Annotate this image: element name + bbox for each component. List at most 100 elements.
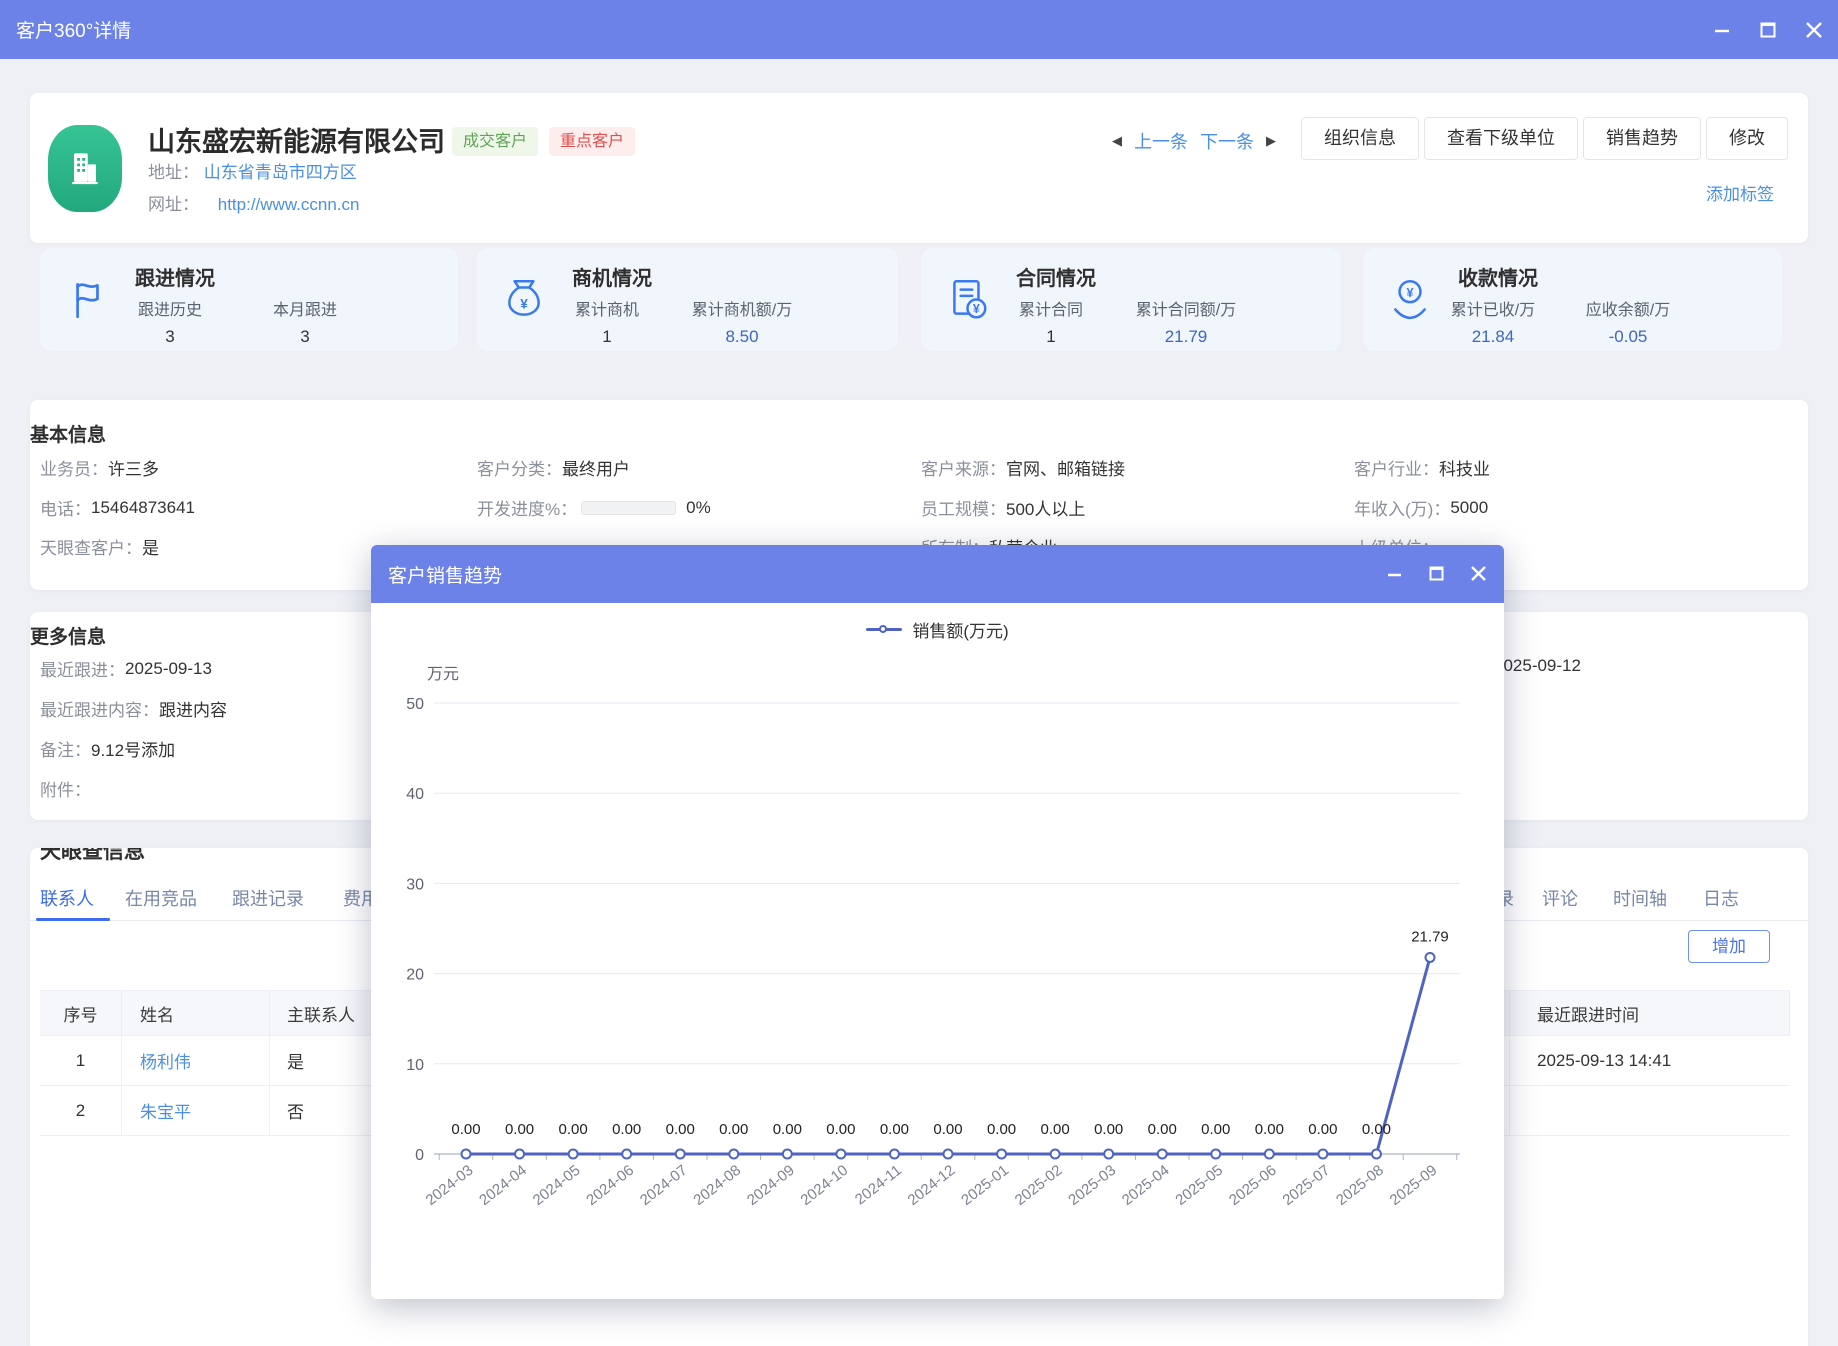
y-axis-name: 万元: [427, 666, 459, 683]
svg-text:¥: ¥: [1407, 286, 1414, 300]
progress-bar: [581, 501, 676, 515]
x-tick-label: 2024-12: [905, 1162, 959, 1209]
point-label: 0.00: [505, 1121, 534, 1138]
website-link[interactable]: http://www.ccnn.cn: [218, 195, 360, 214]
x-tick-label: 2025-01: [958, 1162, 1012, 1209]
collection-stat-card: ¥ 收款情况 累计已收/万 21.84 应收余额/万 -0.05: [1363, 248, 1782, 351]
source-value: 官网、邮箱链接: [1006, 455, 1125, 480]
modal-maximize-icon[interactable]: [1426, 563, 1448, 585]
opportunity-stat-card: ¥ 商机情况 累计商机 1 累计商机额/万 8.50: [477, 248, 898, 351]
chart-point: [1211, 1150, 1220, 1159]
last-follow-label: 最近跟进：: [40, 656, 125, 681]
point-label: 0.00: [719, 1121, 748, 1138]
modal-close-icon[interactable]: [1468, 563, 1490, 585]
active-tab-indicator: [36, 918, 110, 921]
source-label: 客户来源：: [921, 455, 1006, 480]
x-tick-label: 2025-09: [1387, 1162, 1441, 1209]
next-arrow-icon[interactable]: ▶: [1266, 133, 1276, 149]
category-value: 最终用户: [562, 455, 630, 480]
income-value: 5000: [1450, 498, 1488, 518]
prev-record-link[interactable]: 上一条: [1134, 128, 1188, 154]
tab-follow-records[interactable]: 跟进记录: [232, 885, 304, 911]
sales-trend-button[interactable]: 销售趋势: [1583, 117, 1701, 160]
tab-contacts[interactable]: 联系人: [40, 885, 94, 911]
chart-point: [462, 1150, 471, 1159]
add-contact-button[interactable]: 增加: [1688, 930, 1770, 963]
point-label: 0.00: [559, 1121, 588, 1138]
chart-point: [997, 1150, 1006, 1159]
point-label: 0.00: [1362, 1121, 1391, 1138]
svg-text:¥: ¥: [520, 296, 528, 311]
progress-value: 0%: [686, 498, 711, 518]
chart-point: [622, 1150, 631, 1159]
phone-label: 电话：: [40, 495, 91, 520]
chart-point: [1265, 1150, 1274, 1159]
website-label: 网址：: [148, 195, 199, 214]
stat-metric: 跟进历史 3: [95, 296, 245, 347]
phone-value: 15464873641: [91, 498, 195, 518]
tianyancha-section-heading: 天眼查信息: [40, 848, 280, 863]
last-follow-value: 2025-09-13: [125, 659, 212, 679]
chart-legend[interactable]: 销售额(万元): [371, 617, 1504, 642]
chart-point: [1158, 1150, 1167, 1159]
more-info-title: 更多信息: [30, 622, 106, 649]
x-tick-label: 2025-02: [1012, 1162, 1066, 1209]
point-label: 0.00: [773, 1121, 802, 1138]
chart-point: [890, 1150, 899, 1159]
y-tick-label: 30: [406, 876, 424, 893]
close-icon[interactable]: [1802, 18, 1826, 42]
tab-timeline[interactable]: 时间轴: [1613, 885, 1667, 911]
contact-name-link[interactable]: 朱宝平: [140, 1098, 191, 1123]
sales-trend-chart: 万元010203040502024-030.002024-040.002024-…: [371, 649, 1504, 1289]
minimize-icon[interactable]: [1710, 18, 1734, 42]
header-index: 序号: [40, 991, 122, 1035]
y-tick-label: 10: [406, 1057, 424, 1074]
x-tick-label: 2024-05: [530, 1162, 584, 1209]
point-label: 0.00: [1148, 1121, 1177, 1138]
y-tick-label: 20: [406, 967, 424, 984]
next-record-link[interactable]: 下一条: [1200, 128, 1254, 154]
stat-metric: 本月跟进 3: [230, 296, 380, 347]
contact-name-link[interactable]: 杨利伟: [140, 1048, 191, 1073]
modal-minimize-icon[interactable]: [1384, 563, 1406, 585]
address-link[interactable]: 山东省青岛市四方区: [204, 163, 357, 182]
x-tick-label: 2024-08: [690, 1162, 744, 1209]
category-label: 客户分类：: [477, 455, 562, 480]
app-titlebar: 客户360°详情: [0, 0, 1838, 59]
chart-point: [1426, 953, 1435, 962]
point-label: 0.00: [666, 1121, 695, 1138]
company-name: 山东盛宏新能源有限公司: [148, 120, 445, 159]
point-label: 0.00: [451, 1121, 480, 1138]
add-tag-link[interactable]: 添加标签: [1706, 180, 1774, 205]
staff-value: 500人以上: [1006, 495, 1085, 520]
y-tick-label: 40: [406, 786, 424, 803]
income-label: 年收入(万)：: [1354, 495, 1450, 520]
x-tick-label: 2024-09: [744, 1162, 798, 1209]
deal-customer-badge: 成交客户: [452, 127, 538, 156]
chart-point: [1104, 1150, 1113, 1159]
point-label: 0.00: [1201, 1121, 1230, 1138]
chart-point: [569, 1150, 578, 1159]
view-subunits-button[interactable]: 查看下级单位: [1424, 117, 1578, 160]
stat-title: 商机情况: [572, 262, 652, 291]
point-label: 0.00: [1041, 1121, 1070, 1138]
header-last-follow: 最近跟进时间: [1510, 991, 1790, 1035]
sales-trend-modal: 客户销售趋势 销售额(万元) 万元010203040502024-030.002…: [371, 545, 1504, 1299]
x-tick-label: 2025-06: [1226, 1162, 1280, 1209]
edit-button[interactable]: 修改: [1706, 117, 1788, 160]
legend-marker-icon: [866, 628, 902, 631]
modal-title: 客户销售趋势: [388, 561, 502, 588]
prev-arrow-icon[interactable]: ◀: [1112, 133, 1122, 149]
tab-comments[interactable]: 评论: [1542, 885, 1578, 911]
org-info-button[interactable]: 组织信息: [1301, 117, 1419, 160]
basic-info-title: 基本信息: [30, 420, 106, 447]
chart-point: [729, 1150, 738, 1159]
modal-titlebar[interactable]: 客户销售趋势: [371, 545, 1504, 603]
maximize-icon[interactable]: [1756, 18, 1780, 42]
x-tick-label: 2025-03: [1065, 1162, 1119, 1209]
building-icon: [63, 147, 107, 191]
tab-logs[interactable]: 日志: [1703, 885, 1739, 911]
tab-competitors[interactable]: 在用竞品: [125, 885, 197, 911]
salesman-label: 业务员：: [40, 455, 108, 480]
point-label: 0.00: [826, 1121, 855, 1138]
